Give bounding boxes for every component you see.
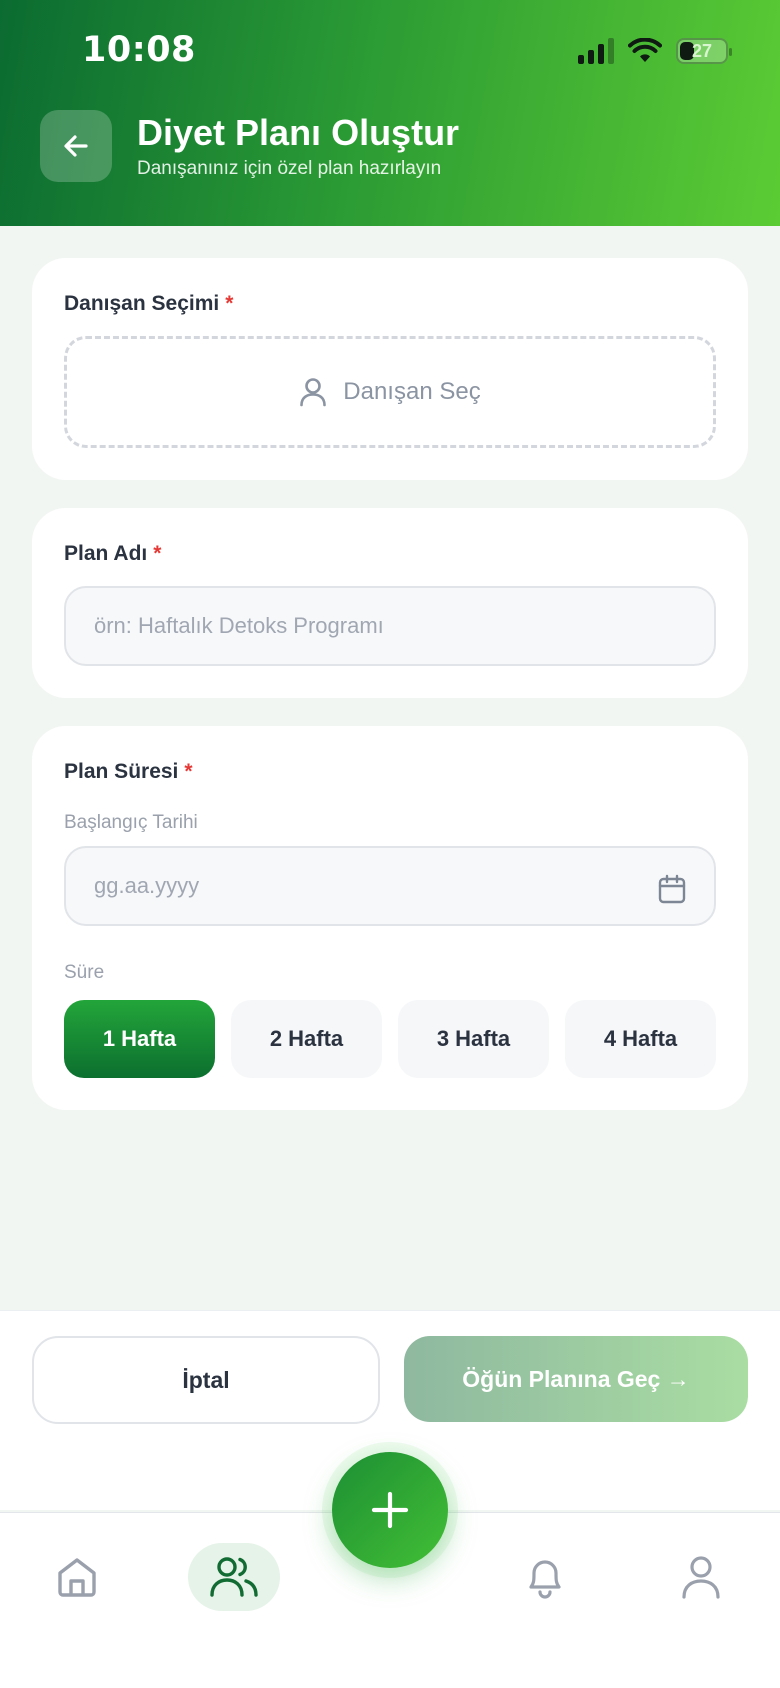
wifi-icon: [628, 38, 662, 62]
duration-length-label: Süre: [64, 962, 105, 983]
page-subtitle: Danışanınız için özel plan hazırlayın: [137, 158, 442, 179]
plan-name-input[interactable]: [64, 586, 716, 666]
start-date-label: Başlangıç Tarihi: [64, 812, 198, 833]
plan-duration-label: Plan Süresi *: [64, 760, 193, 783]
back-button[interactable]: [40, 110, 112, 182]
plus-icon: [371, 1491, 409, 1529]
duration-option-4-weeks[interactable]: 4 Hafta: [565, 1000, 716, 1078]
required-mark: *: [153, 542, 162, 565]
status-icons: 27: [578, 36, 732, 66]
required-mark: *: [225, 292, 234, 315]
battery-icon: 27: [676, 38, 732, 64]
nav-profile[interactable]: [655, 1543, 747, 1611]
nav-home[interactable]: [31, 1543, 123, 1611]
home-icon: [58, 1558, 96, 1597]
cancel-button[interactable]: İptal: [32, 1336, 380, 1424]
add-button[interactable]: [332, 1452, 448, 1568]
required-mark: *: [184, 760, 193, 783]
page-title: Diyet Planı Oluştur: [137, 112, 460, 153]
client-picker-button[interactable]: Danışan Seç: [64, 336, 716, 448]
client-picker-label: Danışan Seç: [343, 378, 481, 405]
go-to-meal-plan-button[interactable]: Öğün Planına Geç →: [404, 1336, 748, 1422]
header: 10:08 27 Diyet Planı Oluştur Danışanınız…: [0, 0, 780, 226]
duration-option-1-week[interactable]: 1 Hafta: [64, 1000, 215, 1078]
client-selection-card: Danışan Seçimi * Danışan Seç: [32, 258, 748, 480]
battery-level: 27: [691, 40, 713, 61]
plan-name-card: Plan Adı *: [32, 508, 748, 698]
status-time: 10:08: [82, 30, 196, 70]
duration-option-3-weeks[interactable]: 3 Hafta: [398, 1000, 549, 1078]
plan-name-label: Plan Adı *: [64, 542, 162, 565]
bell-icon: [529, 1560, 561, 1599]
profile-icon: [682, 1556, 720, 1599]
signal-icon: [578, 38, 614, 64]
client-selection-label: Danışan Seçimi *: [64, 292, 234, 315]
nav-clients[interactable]: [188, 1543, 280, 1611]
plan-duration-card: Plan Süresi* Başlangıç Tarihi Süre 1 Haf…: [32, 726, 748, 1110]
nav-notifications[interactable]: [499, 1543, 591, 1611]
start-date-input[interactable]: [64, 846, 716, 926]
arrow-left-icon: [64, 135, 88, 157]
calendar-icon[interactable]: [658, 874, 686, 904]
users-icon: [210, 1557, 258, 1597]
duration-options: 1 Hafta 2 Hafta 3 Hafta 4 Hafta: [64, 1000, 716, 1078]
user-icon: [300, 378, 327, 407]
duration-option-2-weeks[interactable]: 2 Hafta: [231, 1000, 382, 1078]
